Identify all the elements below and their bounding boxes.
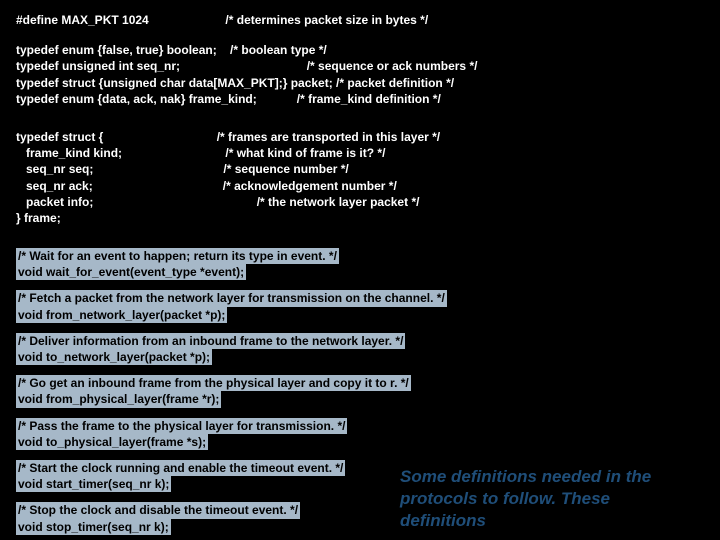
fn-block: /* Fetch a packet from the network layer… [16, 290, 704, 322]
code-comment: /* Go get an inbound frame from the phys… [16, 375, 704, 391]
code-line: packet info; /* the network layer packet… [16, 194, 704, 210]
code-line: typedef struct {unsigned char data[MAX_P… [16, 75, 704, 91]
code-line: typedef unsigned int seq_nr; /* sequence… [16, 58, 704, 74]
code-comment: /* Wait for an event to happen; return i… [16, 248, 704, 264]
code-line: typedef enum {false, true} boolean; /* b… [16, 42, 704, 58]
code-line: void to_physical_layer(frame *s); [16, 434, 704, 450]
code-line: void to_network_layer(packet *p); [16, 349, 704, 365]
code-line: } frame; [16, 210, 704, 226]
fn-block: /* Go get an inbound frame from the phys… [16, 375, 704, 407]
code-comment: /* Fetch a packet from the network layer… [16, 290, 704, 306]
define-block: #define MAX_PKT 1024 /* determines packe… [16, 12, 704, 28]
code-line: void from_network_layer(packet *p); [16, 307, 704, 323]
fn-block: /* Wait for an event to happen; return i… [16, 248, 704, 280]
fn-block: /* Deliver information from an inbound f… [16, 333, 704, 365]
slide-note: Some definitions needed in the protocols… [400, 466, 700, 532]
code-line: #define MAX_PKT 1024 /* determines packe… [16, 12, 704, 28]
code-line: typedef enum {data, ack, nak} frame_kind… [16, 91, 704, 107]
code-comment: /* Deliver information from an inbound f… [16, 333, 704, 349]
code-comment: /* Pass the frame to the physical layer … [16, 418, 704, 434]
code-line: seq_nr seq; /* sequence number */ [16, 161, 704, 177]
code-line: void from_physical_layer(frame *r); [16, 391, 704, 407]
code-line: seq_nr ack; /* acknowledgement number */ [16, 178, 704, 194]
code-line: void wait_for_event(event_type *event); [16, 264, 704, 280]
typedef-block: typedef enum {false, true} boolean; /* b… [16, 42, 704, 107]
struct-block: typedef struct { /* frames are transport… [16, 129, 704, 226]
code-line: frame_kind kind; /* what kind of frame i… [16, 145, 704, 161]
code-line: typedef struct { /* frames are transport… [16, 129, 704, 145]
fn-block: /* Pass the frame to the physical layer … [16, 418, 704, 450]
